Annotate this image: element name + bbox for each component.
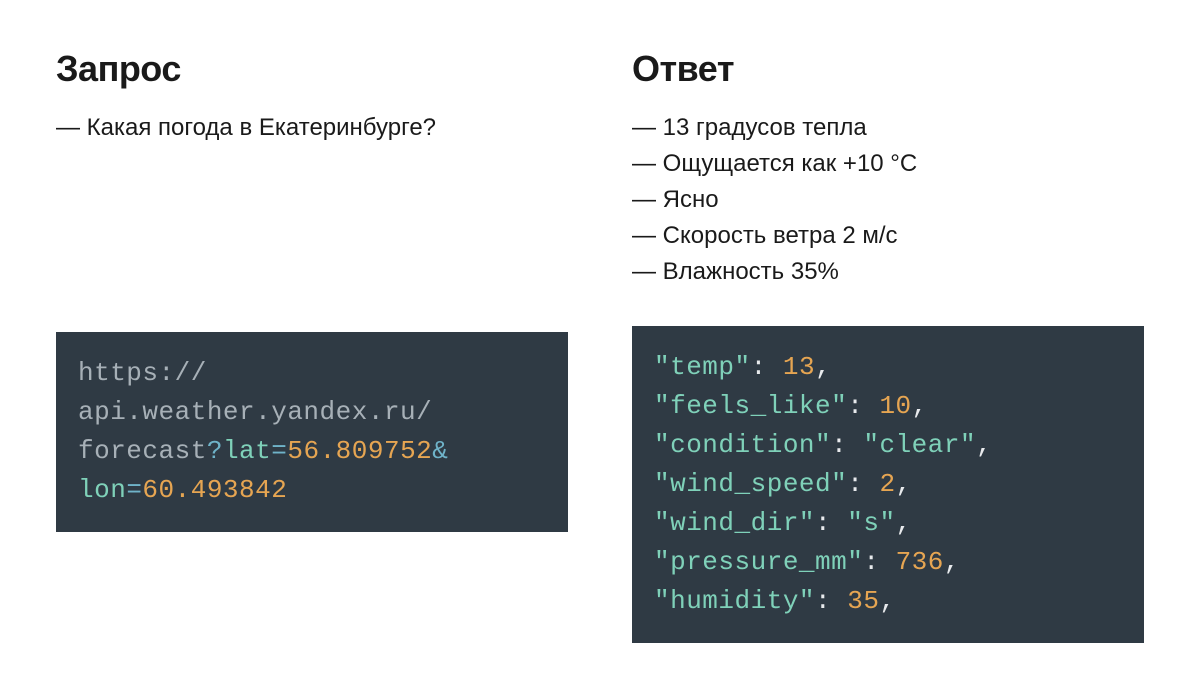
json-colon: : xyxy=(751,352,783,382)
json-comma: , xyxy=(976,430,992,460)
json-key: "temp" xyxy=(654,352,751,382)
request-code-block: https:// api.weather.yandex.ru/ forecast… xyxy=(56,332,568,532)
response-item: — Ясно xyxy=(632,182,1144,218)
json-value: 35 xyxy=(847,586,879,616)
json-key: "humidity" xyxy=(654,586,815,616)
json-value: 13 xyxy=(783,352,815,382)
code-host: api.weather.yandex.ru/ xyxy=(78,397,432,427)
code-eq: = xyxy=(271,436,287,466)
json-comma: , xyxy=(912,391,928,421)
response-item: — Скорость ветра 2 м/с xyxy=(632,218,1144,254)
code-amp: & xyxy=(432,436,448,466)
json-comma: , xyxy=(879,586,895,616)
response-list: — 13 градусов тепла — Ощущается как +10 … xyxy=(632,110,1144,290)
code-param-key: lat xyxy=(223,436,271,466)
response-column: Ответ — 13 градусов тепла — Ощущается ка… xyxy=(632,48,1144,646)
request-item: — Какая погода в Екатеринбурге? xyxy=(56,110,568,146)
code-eq: = xyxy=(126,475,142,505)
json-value: 10 xyxy=(879,391,911,421)
request-heading: Запрос xyxy=(56,48,568,90)
json-colon: : xyxy=(863,547,895,577)
json-key: "feels_like" xyxy=(654,391,847,421)
json-key: "pressure_mm" xyxy=(654,547,863,577)
code-param-val: 60.493842 xyxy=(142,475,287,505)
json-key: "wind_speed" xyxy=(654,469,847,499)
json-comma: , xyxy=(896,469,912,499)
code-line: "feels_like": 10, xyxy=(654,387,1122,426)
request-list: — Какая погода в Екатеринбурге? xyxy=(56,110,568,146)
code-protocol: https:// xyxy=(78,358,207,388)
response-item: — Ощущается как +10 °C xyxy=(632,146,1144,182)
json-key: "condition" xyxy=(654,430,831,460)
json-comma: , xyxy=(815,352,831,382)
json-value: "s" xyxy=(847,508,895,538)
response-code-block: "temp": 13,"feels_like": 10,"condition":… xyxy=(632,326,1144,643)
code-param-val: 56.809752 xyxy=(287,436,432,466)
json-comma: , xyxy=(944,547,960,577)
code-line: "temp": 13, xyxy=(654,348,1122,387)
json-colon: : xyxy=(831,430,863,460)
json-colon: : xyxy=(815,586,847,616)
code-line: "condition": "clear", xyxy=(654,426,1122,465)
code-line: "humidity": 35, xyxy=(654,582,1122,621)
code-line: "wind_speed": 2, xyxy=(654,465,1122,504)
response-item: — 13 градусов тепла xyxy=(632,110,1144,146)
response-item: — Влажность 35% xyxy=(632,254,1144,290)
code-qmark: ? xyxy=(207,436,223,466)
json-colon: : xyxy=(847,391,879,421)
code-line: "pressure_mm": 736, xyxy=(654,543,1122,582)
json-value: "clear" xyxy=(863,430,976,460)
json-value: 736 xyxy=(896,547,944,577)
json-key: "wind_dir" xyxy=(654,508,815,538)
code-line: "wind_dir": "s", xyxy=(654,504,1122,543)
json-colon: : xyxy=(847,469,879,499)
response-heading: Ответ xyxy=(632,48,1144,90)
json-comma: , xyxy=(896,508,912,538)
json-value: 2 xyxy=(879,469,895,499)
code-path: forecast xyxy=(78,436,207,466)
json-colon: : xyxy=(815,508,847,538)
code-param-key: lon xyxy=(78,475,126,505)
request-column: Запрос — Какая погода в Екатеринбурге? h… xyxy=(56,48,568,646)
